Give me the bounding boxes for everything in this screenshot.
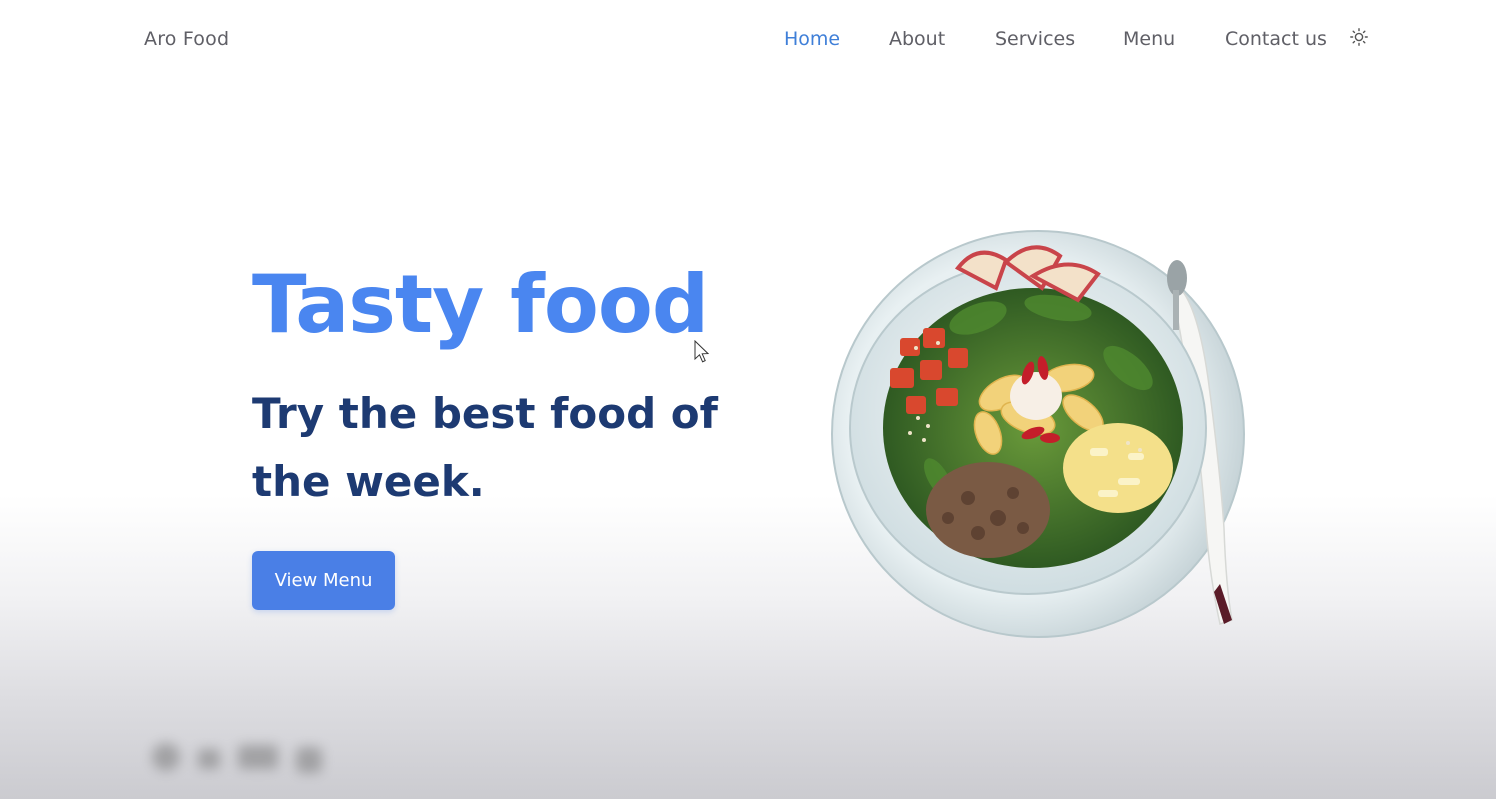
sun-icon[interactable] [1349,27,1369,47]
blurred-icon-row [146,735,336,779]
nav-link-contact-us[interactable]: Contact us [1225,28,1327,50]
view-menu-button[interactable]: View Menu [252,551,395,610]
nav-link-services[interactable]: Services [995,28,1075,50]
mouse-cursor-icon [694,339,710,364]
salad-bowl-image [828,228,1252,640]
top-navbar: Aro Food Home About Services Menu Contac… [0,0,1496,78]
nav-link-menu[interactable]: Menu [1123,28,1175,50]
nav-links: Home About Services Menu Contact us [0,28,1496,52]
hero-title: Tasty food [252,258,709,351]
nav-link-about[interactable]: About [889,28,945,50]
nav-link-home[interactable]: Home [784,28,840,50]
hero-subtitle: Try the best food of the week. [252,389,718,506]
